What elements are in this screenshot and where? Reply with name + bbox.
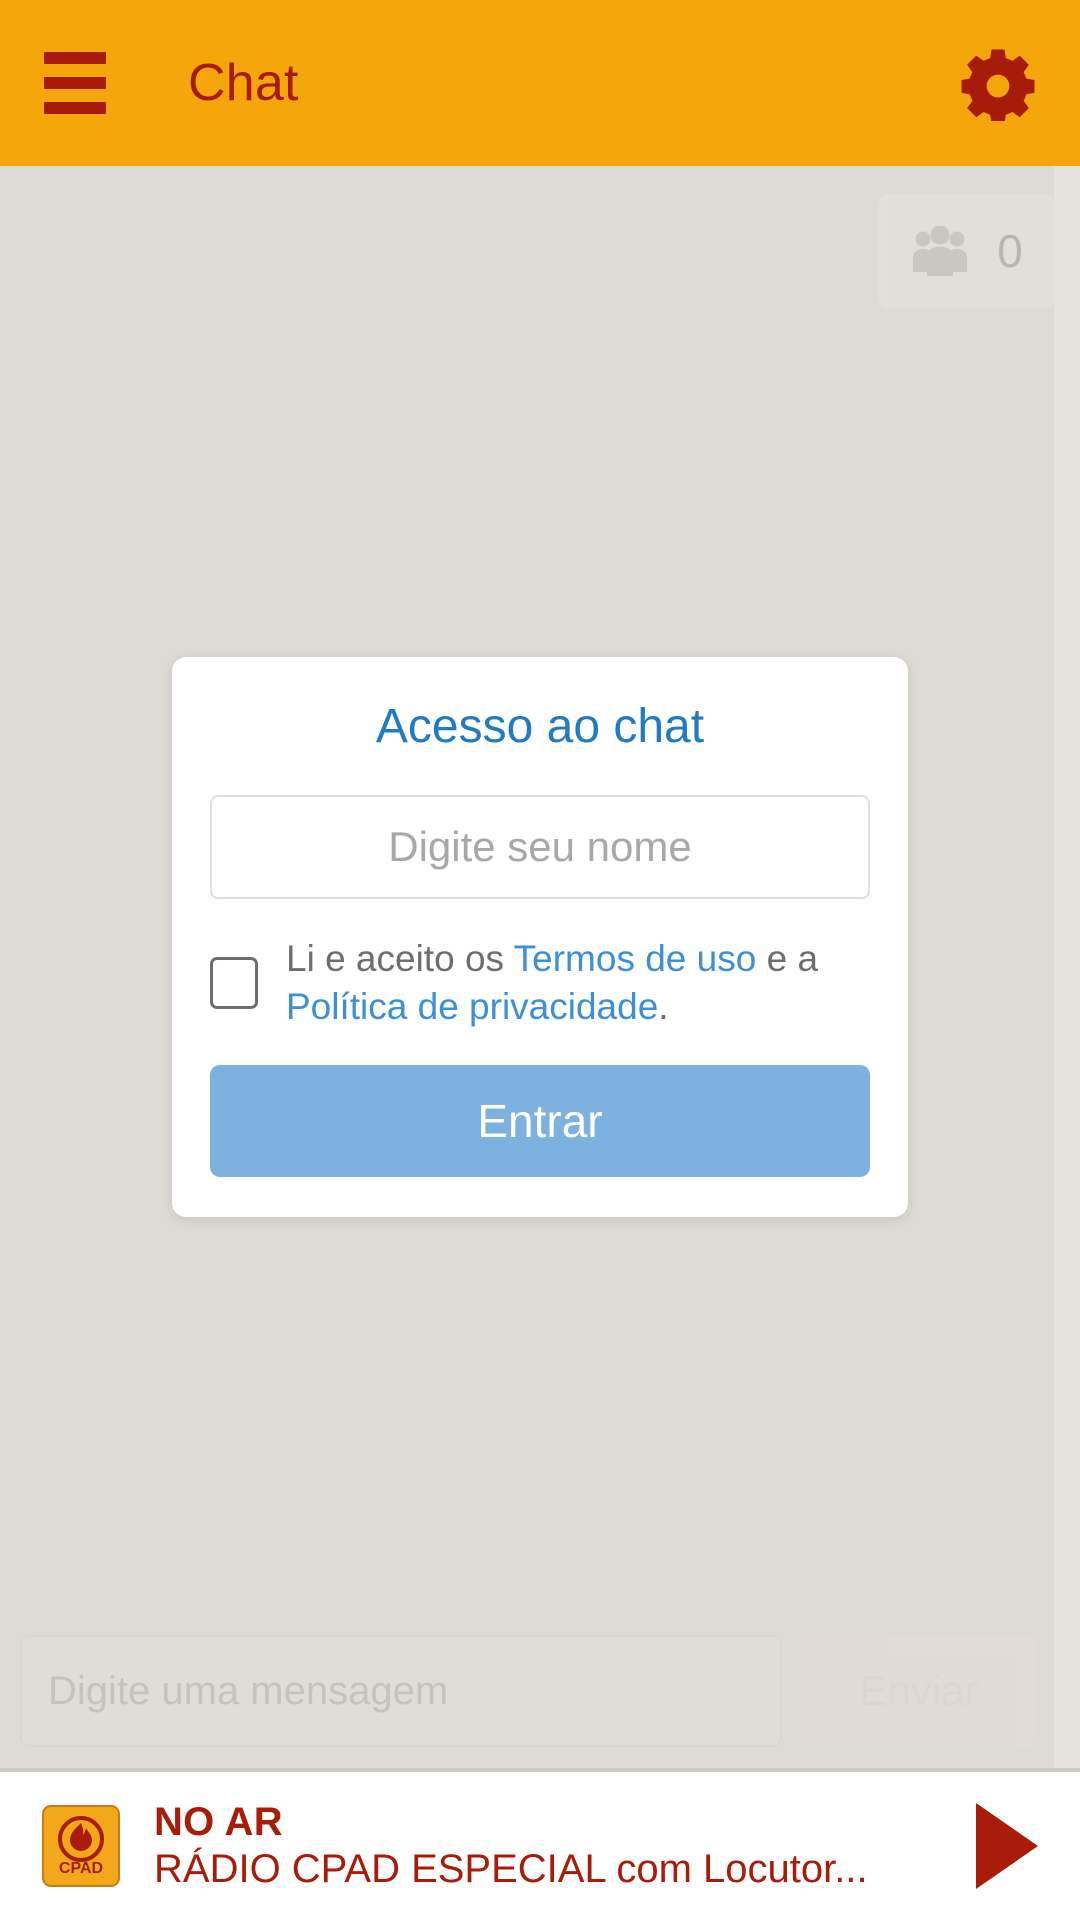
terms-suffix: . <box>658 986 669 1028</box>
cpad-flame-logo-icon: CPAD <box>42 1805 120 1887</box>
message-input[interactable] <box>20 1635 782 1747</box>
page-title: Chat <box>188 54 299 112</box>
enter-button[interactable]: Entrar <box>210 1065 870 1178</box>
gear-icon[interactable] <box>960 45 1036 121</box>
hamburger-bar <box>44 77 106 89</box>
send-button[interactable]: Enviar <box>804 1635 1034 1747</box>
on-air-status: NO AR <box>154 1799 283 1844</box>
hamburger-bar <box>44 102 106 114</box>
svg-text:CPAD: CPAD <box>59 1860 103 1877</box>
modal-title: Acesso ao chat <box>375 699 705 753</box>
radio-player-bar: CPAD NO AR RÁDIO CPAD ESPECIAL com Locut… <box>0 1772 1080 1920</box>
privacy-policy-link[interactable]: Política de privacidade <box>286 986 658 1027</box>
top-app-bar: Chat <box>0 0 1080 166</box>
login-modal-overlay: Acesso ao chat Li e aceito os Termos de … <box>0 166 1080 1768</box>
name-input[interactable] <box>210 795 870 900</box>
chat-access-modal: Acesso ao chat Li e aceito os Termos de … <box>172 656 908 1218</box>
program-title: RÁDIO CPAD ESPECIAL com Locutor... <box>154 1847 868 1892</box>
terms-text: Li e aceito os Termos de uso e a Polític… <box>286 935 870 1031</box>
terms-of-use-link[interactable]: Termos de uso <box>514 938 757 979</box>
chat-message-area: 0 Acesso ao chat Li e aceito os Termos d… <box>0 166 1080 1768</box>
terms-middle: e a <box>756 938 819 980</box>
message-composer: Enviar <box>0 1632 1054 1768</box>
chat-app-screen: Chat 0 Acesso ao chat Digite seu nome Li… <box>0 0 1080 1920</box>
terms-prefix: Li e aceito os <box>286 938 514 980</box>
terms-checkbox[interactable] <box>210 957 258 1010</box>
play-button[interactable] <box>968 1803 1046 1889</box>
terms-acceptance-row: Li e aceito os Termos de uso e a Polític… <box>210 935 870 1031</box>
play-icon <box>976 1803 1038 1889</box>
hamburger-menu-icon[interactable] <box>44 52 106 114</box>
hamburger-bar <box>44 52 106 64</box>
player-info: NO AR RÁDIO CPAD ESPECIAL com Locutor... <box>154 1800 934 1893</box>
